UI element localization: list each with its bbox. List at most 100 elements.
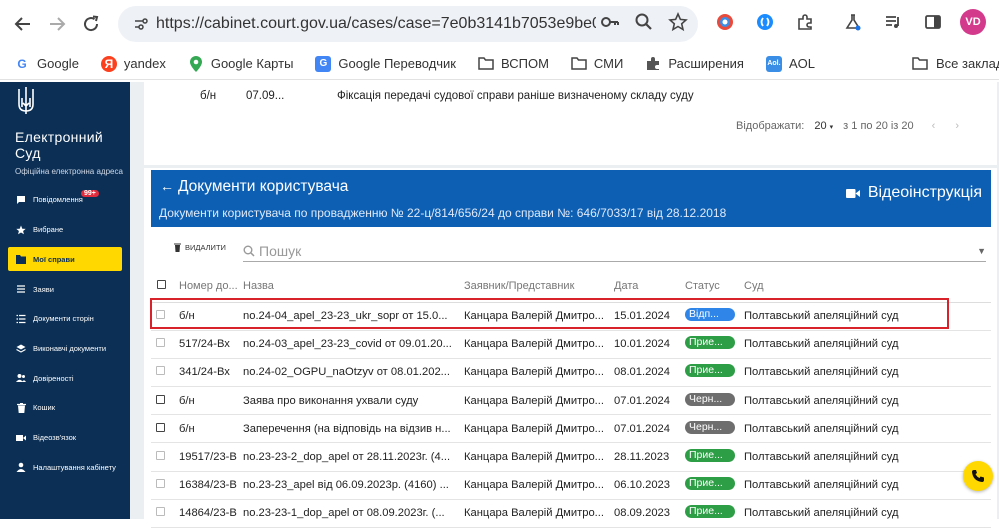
column-header-court[interactable]: Суд (744, 270, 991, 303)
doc-status-cell: Прие... (685, 330, 744, 359)
folder-icon (16, 254, 26, 264)
bookmark-google[interactable]: G Google (14, 56, 79, 72)
doc-date: 10.01.2024 (614, 330, 685, 359)
reload-icon[interactable] (74, 7, 108, 41)
brand-title[interactable]: Електронний Суд (15, 129, 103, 161)
sidebar-item-video-call[interactable]: Відеозв'язок (0, 423, 130, 453)
back-icon[interactable] (6, 7, 40, 41)
status-badge: Прие... (685, 364, 735, 378)
url-text[interactable]: https://cabinet.court.gov.ua/cases/case=… (156, 15, 596, 33)
brand-subtitle: Офіційна електронна адреса (15, 167, 123, 176)
doc-status-cell: Черн... (685, 414, 744, 444)
stack-icon (16, 344, 26, 354)
color-extension-icon[interactable] (712, 9, 738, 35)
doc-name[interactable]: Заява про виконання ухвали суду (243, 386, 464, 416)
sidebar-item-enforcement-docs[interactable]: Виконавчі документи (0, 334, 130, 364)
delete-button[interactable]: ВИДАЛИТИ (174, 243, 226, 252)
table-row[interactable]: б/н Заява про виконання ухвали суду Канцар… (151, 386, 991, 416)
status-badge: Відп... (685, 308, 735, 322)
side-panel-icon[interactable] (920, 9, 946, 35)
bookmark-smi[interactable]: СМИ (571, 56, 623, 72)
table-row[interactable]: б/н no.24-04_apel_23-23_ukr_sopr от 15.0.… (151, 302, 991, 331)
status-badge: Черн... (685, 420, 735, 434)
profile-avatar[interactable]: VD (960, 9, 986, 35)
doc-name[interactable]: no.23-23-1_dop_apel от 08.09.2023г. (... (243, 499, 464, 528)
table-row[interactable]: 16384/23-В no.23-23_apel від 06.09.2023р.… (151, 471, 991, 500)
key-icon[interactable] (600, 12, 620, 37)
sidebar-item-party-documents[interactable]: Документи сторін (0, 304, 130, 334)
search-input[interactable]: Пошук ▼ (243, 240, 986, 262)
sidebar-item-favorites[interactable]: Вибране (0, 215, 130, 245)
chevron-left-icon[interactable]: ‹ (932, 120, 936, 132)
column-header-status[interactable]: Статус (685, 270, 744, 303)
sidebar-item-powers-of-attorney[interactable]: Довіреності (0, 363, 130, 393)
doc-status-cell: Прие... (685, 442, 744, 472)
star-icon[interactable] (668, 12, 688, 37)
labs-icon[interactable] (840, 9, 866, 35)
bookmark-aol[interactable]: Aol. AOL (765, 55, 815, 72)
row-checkbox[interactable] (151, 471, 179, 500)
page-size-select[interactable]: 20 ▾ (814, 120, 833, 132)
column-header-number[interactable]: Номер до... (179, 270, 243, 303)
column-header-applicant[interactable]: Заявник/Представник (464, 270, 614, 303)
doc-applicant: Канцара Валерій Дмитро... (464, 302, 614, 331)
bookmark-yandex[interactable]: Яyandex (100, 55, 166, 72)
documents-title[interactable]: ← Документи користувача (160, 178, 348, 196)
doc-date: 15.01.2024 (614, 302, 685, 331)
column-header-name[interactable]: Назва (243, 270, 464, 303)
row-checkbox[interactable] (151, 358, 179, 388)
forward-icon[interactable] (40, 7, 74, 41)
media-queue-icon[interactable] (880, 9, 906, 35)
aol-icon: Aol. (765, 55, 782, 72)
chevron-right-icon[interactable]: › (955, 120, 959, 132)
bookmark-vspom[interactable]: ВСПОМ (478, 56, 549, 72)
doc-number: 517/24-Вх (179, 330, 243, 359)
row-checkbox[interactable] (151, 499, 179, 528)
table-row[interactable]: б/н Заперечення (на відповідь на відзив н… (151, 414, 991, 444)
extensions-icon[interactable] (792, 9, 818, 35)
address-bar[interactable]: https://cabinet.court.gov.ua/cases/case=… (118, 6, 698, 42)
zoom-icon[interactable] (634, 12, 654, 37)
table-row[interactable]: 14864/23-В no.23-23-1_dop_apel от 08.09.2… (151, 499, 991, 528)
sidebar-item-trash[interactable]: Кошик (0, 393, 130, 423)
bookmark-maps[interactable]: Google Карты (188, 55, 293, 72)
table-row[interactable]: 341/24-Вх no.24-02_OGPU_naOtzyv от 08.01.… (151, 358, 991, 388)
support-call-button[interactable] (963, 461, 993, 491)
sidebar-item-my-cases[interactable]: Мої справи (8, 247, 122, 272)
bookmark-translate[interactable]: G Google Переводчик (315, 55, 456, 72)
doc-name[interactable]: no.24-03_apel_23-23_covid от 09.01.20... (243, 330, 464, 359)
all-bookmarks[interactable]: Все закладки (912, 56, 999, 71)
trident-logo-icon (18, 87, 34, 114)
doc-applicant: Канцара Валерій Дмитро... (464, 499, 614, 528)
arrow-back-icon[interactable]: ← (160, 178, 174, 194)
sidebar-item-notifications[interactable]: Повідомлення 99+ (0, 185, 130, 215)
row-checkbox[interactable] (151, 442, 179, 472)
row-checkbox[interactable] (151, 414, 179, 444)
doc-name[interactable]: no.23-23-2_dop_apel от 28.11.2023г. (4..… (243, 442, 464, 472)
maps-icon (188, 55, 204, 72)
select-all-checkbox[interactable] (151, 270, 179, 303)
sidebar-item-settings[interactable]: Налаштування кабінету (0, 453, 130, 483)
column-header-date[interactable]: Дата (614, 270, 685, 303)
table-row[interactable]: 19517/23-В no.23-23-2_dop_apel от 28.11.2… (151, 442, 991, 472)
chevron-down-icon[interactable]: ▼ (977, 246, 986, 256)
message-icon (16, 195, 26, 205)
documents-table: Номер до... Назва Заявник/Представник Да… (151, 270, 991, 528)
people-icon (16, 373, 26, 383)
doc-name[interactable]: no.23-23_apel від 06.09.2023р. (4160) ..… (243, 471, 464, 500)
video-instruction-button[interactable]: Відеоінструкція (845, 184, 982, 202)
bookmark-extensions[interactable]: Расширения (645, 56, 744, 72)
doc-name[interactable]: no.24-04_apel_23-23_ukr_sopr от 15.0... (243, 302, 464, 331)
doc-name[interactable]: Заперечення (на відповідь на відзив н... (243, 414, 464, 444)
sidebar-item-applications[interactable]: Заяви (0, 274, 130, 304)
site-info-icon[interactable] (126, 16, 156, 32)
table-row[interactable]: 517/24-Вх no.24-03_apel_23-23_covid от 09… (151, 330, 991, 359)
shazam-icon[interactable] (752, 9, 778, 35)
user-icon (16, 462, 26, 473)
row-checkbox[interactable] (151, 330, 179, 359)
doc-court: Полтавський апеляційний суд (744, 358, 991, 388)
row-checkbox[interactable] (151, 386, 179, 416)
doc-name[interactable]: no.24-02_OGPU_naOtzyv от 08.01.202... (243, 358, 464, 388)
doc-applicant: Канцара Валерій Дмитро... (464, 414, 614, 444)
row-checkbox[interactable] (151, 302, 179, 331)
